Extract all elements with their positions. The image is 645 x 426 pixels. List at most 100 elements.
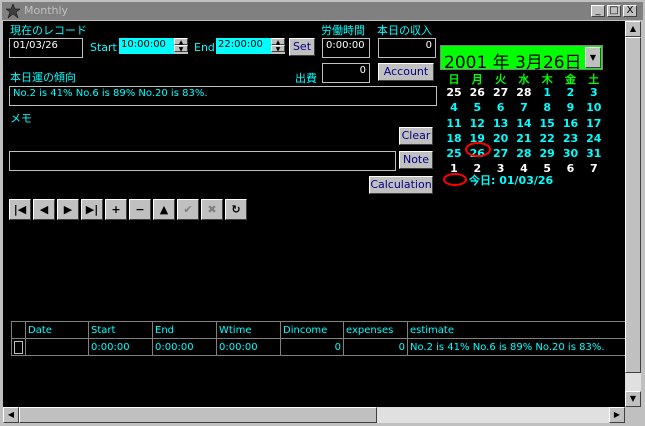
column-header[interactable]: expenses [343, 321, 408, 339]
labor-time-field[interactable]: 0:00:00 [322, 38, 370, 58]
calendar-day[interactable]: 24 [583, 132, 605, 145]
horizontal-scrollbar[interactable]: ◀ ▶ [3, 407, 625, 423]
calendar-day[interactable]: 25 [443, 86, 465, 99]
row-indicator[interactable] [11, 338, 26, 356]
horizontal-scroll-thumb[interactable] [19, 407, 377, 423]
calendar-day[interactable]: 16 [560, 117, 582, 130]
table-cell[interactable]: 0:00:00 [88, 338, 153, 356]
monthly-window: Monthly _ □ X 現在のレコード 01/03/26 Start 10:… [0, 0, 645, 426]
today-label[interactable]: 今日: 01/03/26 [469, 172, 553, 188]
nav-refresh-button[interactable]: ↻ [225, 199, 247, 220]
scroll-up-icon[interactable]: ▲ [625, 21, 641, 37]
record-date-field[interactable]: 01/03/26 [9, 38, 83, 58]
expense-field[interactable]: 0 [322, 63, 370, 83]
nav-insert-button[interactable]: + [105, 199, 127, 220]
set-button[interactable]: Set [289, 38, 315, 56]
records-table[interactable]: Date Start End Wtime Dincome expenses es… [11, 321, 625, 356]
calendar-day[interactable]: 27 [490, 147, 512, 160]
nav-post-button[interactable]: ✔ [177, 199, 199, 220]
start-time-field[interactable]: 10:00:00 [119, 38, 174, 54]
spin-up-icon[interactable]: ▲ [271, 38, 285, 46]
calendar-month-picker[interactable]: 2001 年 3月26日 ▼ [440, 45, 603, 73]
title-bar[interactable]: Monthly _ □ X [2, 2, 643, 20]
column-header[interactable]: estimate [407, 321, 625, 339]
table-cell[interactable]: 0:00:00 [152, 338, 217, 356]
column-header[interactable]: Date [25, 321, 89, 339]
calendar-day[interactable]: 31 [583, 147, 605, 160]
end-time-spinner[interactable]: ▲ ▼ [271, 38, 285, 54]
calendar-weekday-header: 日 [448, 73, 460, 86]
calendar-day[interactable]: 26 [466, 86, 488, 99]
calendar-day[interactable]: 23 [560, 132, 582, 145]
calendar-day[interactable]: 25 [443, 147, 465, 160]
calendar-day[interactable]: 5 [466, 101, 488, 114]
calendar-day[interactable]: 7 [513, 101, 535, 114]
calendar-day[interactable]: 1 [536, 86, 558, 99]
table-cell[interactable]: No.2 is 41% No.6 is 89% No.20 is 83%. [407, 338, 625, 356]
table-cell[interactable]: 0 [343, 338, 408, 356]
nav-next-button[interactable]: ▶ [57, 199, 79, 220]
calendar-day[interactable]: 3 [583, 86, 605, 99]
scroll-right-icon[interactable]: ▶ [609, 407, 625, 423]
calendar-day[interactable]: 12 [466, 117, 488, 130]
calendar-day[interactable]: 14 [513, 117, 535, 130]
nav-cancel-button[interactable]: ✖ [201, 199, 223, 220]
spin-down-icon[interactable]: ▼ [271, 45, 285, 53]
table-cell[interactable] [25, 338, 89, 356]
column-header[interactable]: End [152, 321, 217, 339]
income-field[interactable]: 0 [378, 38, 436, 58]
luck-trend-field[interactable]: No.2 is 41% No.6 is 89% No.20 is 83%. [9, 86, 437, 106]
calendar-day[interactable]: 15 [536, 117, 558, 130]
calendar-day[interactable]: 7 [583, 162, 605, 175]
calendar-day[interactable]: 8 [536, 101, 558, 114]
maximize-button[interactable]: □ [607, 5, 621, 17]
size-grip[interactable] [625, 407, 641, 423]
table-row[interactable]: 0:00:00 0:00:00 0:00:00 0 0 No.2 is 41% … [11, 338, 625, 356]
scroll-down-icon[interactable]: ▼ [625, 391, 641, 407]
column-header[interactable]: Start [88, 321, 153, 339]
note-button[interactable]: Note [399, 151, 433, 169]
nav-first-button[interactable]: |◀ [9, 199, 31, 220]
calculation-button[interactable]: Calculation [369, 176, 433, 194]
start-time-spinner[interactable]: ▲ ▼ [174, 38, 188, 54]
window-title: Monthly [24, 4, 69, 17]
calendar-day[interactable]: 28 [513, 147, 535, 160]
calendar-day[interactable]: 17 [583, 117, 605, 130]
column-header[interactable]: Wtime [216, 321, 281, 339]
calendar-day[interactable]: 13 [490, 117, 512, 130]
calendar-day[interactable]: 10 [583, 101, 605, 114]
calendar-day[interactable]: 20 [490, 132, 512, 145]
spin-up-icon[interactable]: ▲ [174, 38, 188, 46]
calendar-day[interactable]: 21 [513, 132, 535, 145]
clear-button[interactable]: Clear [399, 127, 433, 145]
calendar-day[interactable]: 6 [560, 162, 582, 175]
column-header[interactable]: Dincome [280, 321, 344, 339]
minimize-button[interactable]: _ [591, 5, 605, 17]
memo-field[interactable] [9, 151, 396, 171]
calendar-day[interactable]: 2 [560, 86, 582, 99]
vertical-scroll-thumb[interactable] [625, 37, 641, 373]
spin-down-icon[interactable]: ▼ [174, 45, 188, 53]
calendar-day[interactable]: 29 [536, 147, 558, 160]
nav-prior-button[interactable]: ◀ [33, 199, 55, 220]
nav-edit-button[interactable]: ▲ [153, 199, 175, 220]
chevron-down-icon[interactable]: ▼ [585, 47, 601, 68]
calendar-day[interactable]: 4 [443, 101, 465, 114]
table-cell[interactable]: 0 [280, 338, 344, 356]
scroll-left-icon[interactable]: ◀ [3, 407, 19, 423]
nav-delete-button[interactable]: − [129, 199, 151, 220]
nav-last-button[interactable]: ▶| [81, 199, 103, 220]
calendar-day[interactable]: 9 [560, 101, 582, 114]
table-cell[interactable]: 0:00:00 [216, 338, 281, 356]
calendar-day[interactable]: 22 [536, 132, 558, 145]
end-time-field[interactable]: 22:00:00 [216, 38, 271, 54]
vertical-scrollbar[interactable]: ▲ ▼ [625, 21, 641, 407]
calendar-day[interactable]: 30 [560, 147, 582, 160]
close-button[interactable]: X [623, 5, 637, 17]
calendar-day[interactable]: 11 [443, 117, 465, 130]
calendar-day[interactable]: 28 [513, 86, 535, 99]
calendar-day[interactable]: 6 [490, 101, 512, 114]
calendar-day[interactable]: 18 [443, 132, 465, 145]
account-button[interactable]: Account [378, 63, 434, 81]
calendar-day[interactable]: 27 [490, 86, 512, 99]
